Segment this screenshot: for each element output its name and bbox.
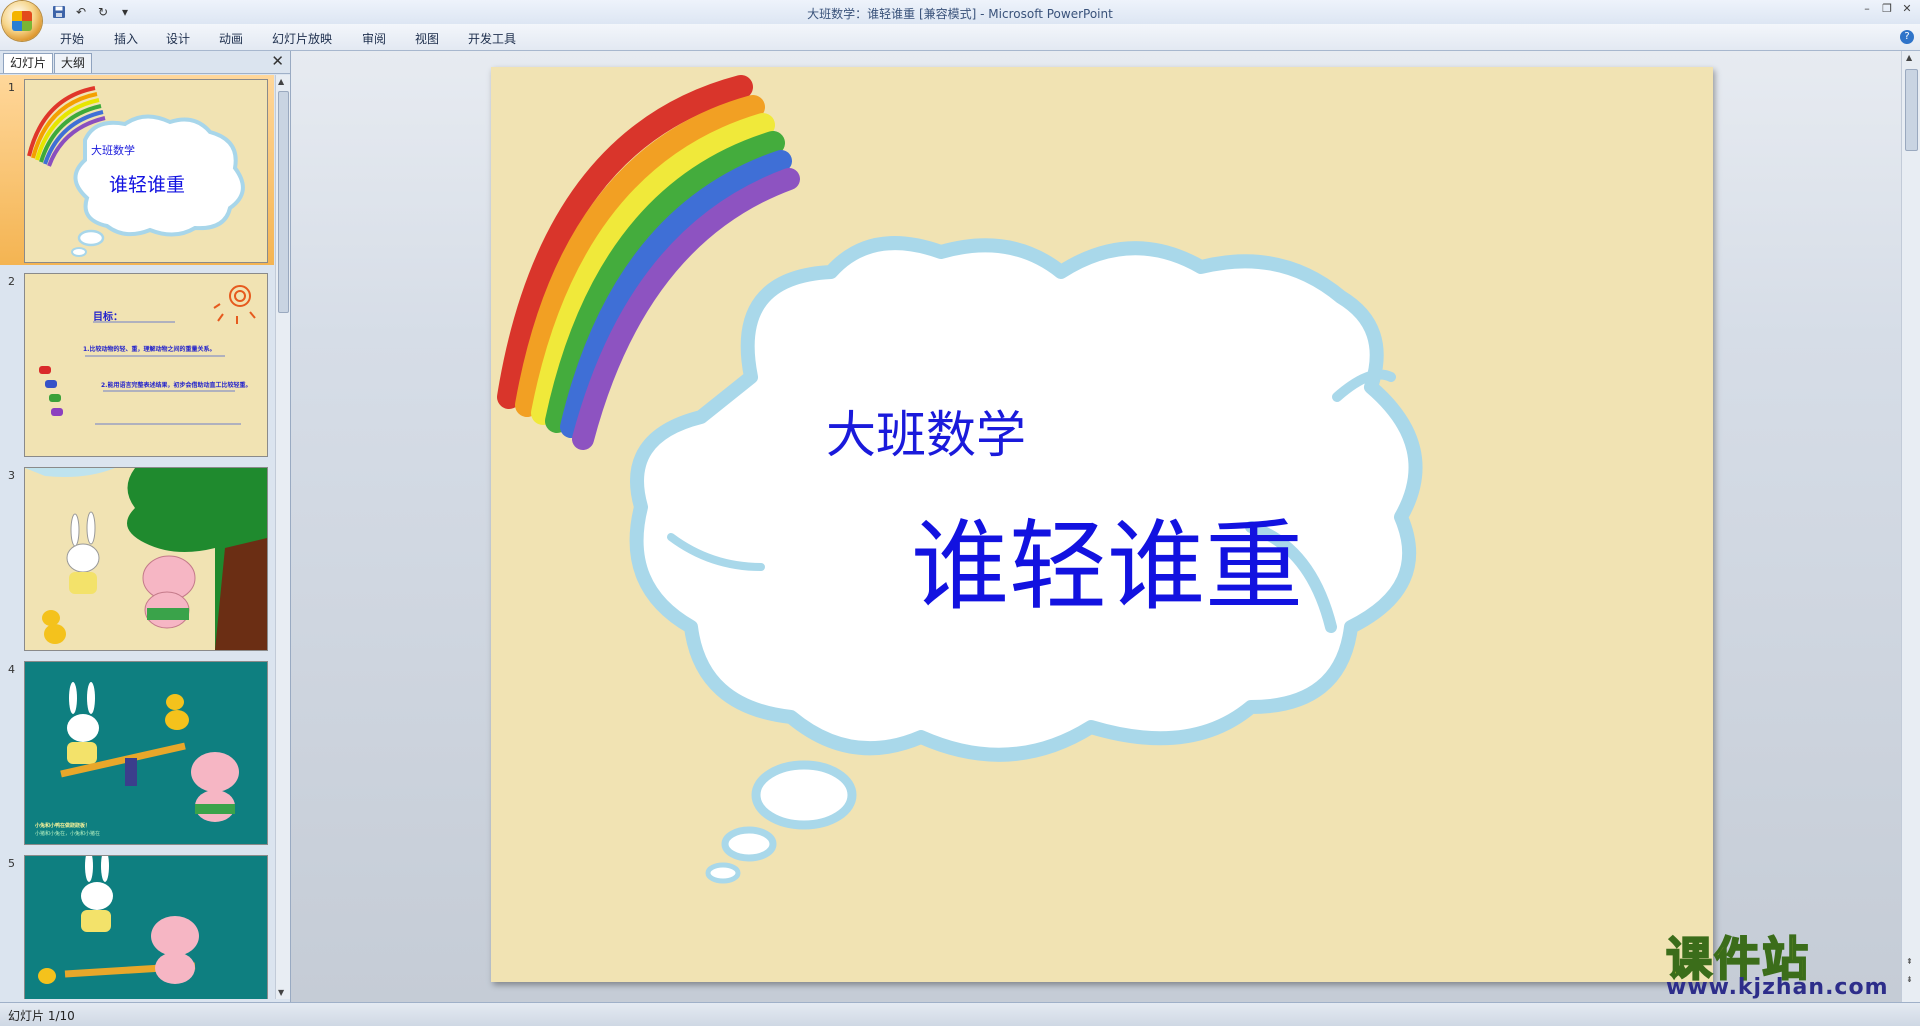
tab-developer[interactable]: 开发工具 [468,30,516,47]
slide-thumbnail-4[interactable]: 4 小兔和小鸭在做跷跷板！ 小猪和小兔在，小兔和小猪在 [0,657,274,847]
seesaw-image [60,682,239,822]
office-logo-icon [12,11,32,31]
tab-view[interactable]: 视图 [415,30,439,47]
window-controls: – ❐ ✕ [1858,2,1916,16]
next-slide-icon[interactable]: ⇟ [1906,975,1913,984]
slide-thumbnail-2[interactable]: 2 目标： 1.比较动物的轻、重，理解动物之间的重量关系。 2.能用语言完整表述… [0,269,274,459]
tab-insert[interactable]: 插入 [114,30,138,47]
slide-thumbnail-3[interactable]: 3 [0,463,274,653]
tab-outline[interactable]: 大纲 [54,53,93,73]
seesaw-image [38,856,199,984]
help-icon[interactable]: ? [1900,30,1914,44]
slide-thumbnail-preview: 目标： 1.比较动物的轻、重，理解动物之间的重量关系。 2.能用语言完整表述结果… [24,273,268,457]
slide-thumbnail-preview: 大班数学 谁轻谁重 [24,79,268,263]
scroll-up-icon[interactable]: ▲ [278,77,284,86]
close-icon[interactable]: ✕ [1898,2,1916,16]
scroll-thumb[interactable] [1905,69,1918,151]
tab-slideshow[interactable]: 幻灯片放映 [272,30,332,47]
slide-number: 3 [8,469,15,482]
thumb-title: 谁轻谁重 [109,174,186,196]
slide-thumbnail-preview [24,467,268,651]
thumb-goal-1: 1.比较动物的轻、重，理解动物之间的重量关系。 [83,346,216,353]
slide-thumbnail-preview: 小兔和小鸭在做跷跷板！ 小猪和小兔在，小兔和小猪在 [24,661,268,845]
slide-thumbnail-5[interactable]: 5 [0,851,274,999]
slide-subtitle[interactable]: 大班数学 [826,395,1026,467]
scroll-thumb[interactable] [278,91,289,313]
thumb-caption-1: 小兔和小鸭在做跷跷板！ [35,823,91,829]
close-pane-icon[interactable]: ✕ [271,52,284,70]
scroll-down-icon[interactable]: ▼ [278,988,284,997]
thumbnail-scrollbar[interactable]: ▲ ▼ [275,75,290,999]
watermark-logo: 课件站 www.kjzhan.com [1662,923,1896,1003]
sun-paint-image [39,285,256,425]
slide-number: 1 [8,81,15,94]
slides-pane: 幻灯片 大纲 ✕ 1 大班数学 谁轻谁重 2 目标： 1.比较动物的轻、重，理解… [0,51,291,1002]
workspace-scrollbar[interactable]: ▲ ⇞ ⇟ [1901,51,1920,1002]
restore-icon[interactable]: ❐ [1878,2,1896,16]
minimize-icon[interactable]: – [1858,2,1876,16]
thumb-heading: 目标： [93,312,123,323]
status-bar: 幻灯片 1/10 [0,1002,1920,1026]
tab-animations[interactable]: 动画 [219,30,243,47]
slide-canvas[interactable]: 大班数学 谁轻谁重 [491,67,1713,982]
slide-thumbnail-1[interactable]: 1 大班数学 谁轻谁重 [0,75,274,265]
slide-indicator: 幻灯片 1/10 [8,1009,75,1023]
tab-home[interactable]: 开始 [60,30,84,47]
slide-number: 5 [8,857,15,870]
prev-slide-icon[interactable]: ⇞ [1906,957,1913,966]
office-button[interactable] [2,1,42,41]
ribbon-tabs: 开始 插入 设计 动画 幻灯片放映 审阅 视图 开发工具 ? [0,24,1920,51]
slide-thumbnail-preview [24,855,268,999]
slide-number: 2 [8,275,15,288]
watermark-url: www.kjzhan.com [1666,975,1889,1000]
thumbnail-list[interactable]: 1 大班数学 谁轻谁重 2 目标： 1.比较动物的轻、重，理解动物之间的重量关系… [0,75,274,999]
tab-review[interactable]: 审阅 [362,30,386,47]
thumb-goal-2: 2.能用语言完整表述结果，初步会借助动直工比较轻重。 [101,382,252,389]
slide-number: 4 [8,663,15,676]
rabbit-pig-tree-image [25,468,267,650]
tab-slides[interactable]: 幻灯片 [3,53,54,73]
pane-tabs: 幻灯片 大纲 ✕ [0,51,290,74]
thumb-caption-2: 小猪和小兔在，小兔和小猪在 [35,831,101,837]
thumb-subtitle: 大班数学 [91,144,135,157]
scroll-up-icon[interactable]: ▲ [1906,53,1912,62]
tab-design[interactable]: 设计 [166,30,190,47]
window-title: 大班数学：谁轻谁重 [兼容模式] - Microsoft PowerPoint [807,7,1113,21]
title-bar: ↶ ↻ ▾ 大班数学：谁轻谁重 [兼容模式] - Microsoft Power… [0,0,1920,24]
slide-title[interactable]: 谁轻谁重 [911,487,1303,629]
